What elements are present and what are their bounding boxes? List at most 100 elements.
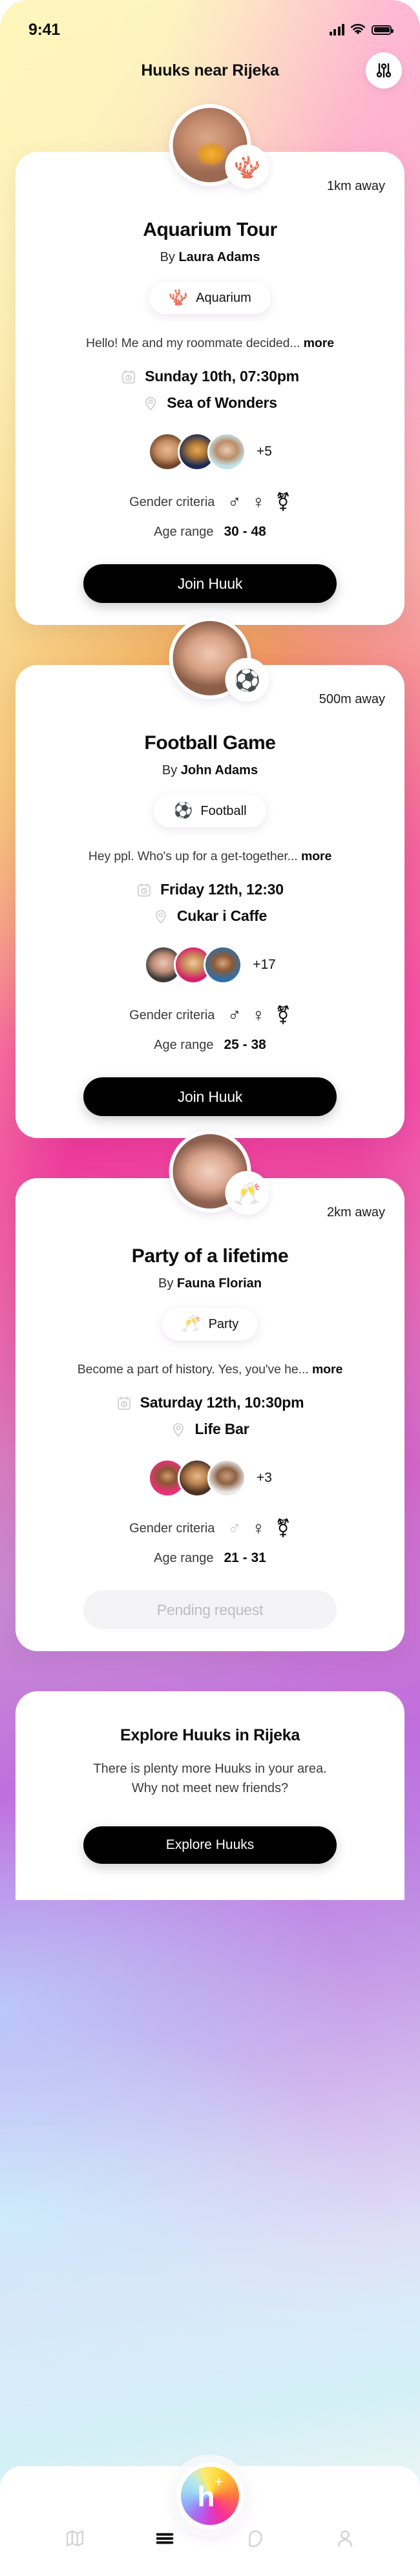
cellular-signal-icon <box>329 24 344 36</box>
age-range-value: 21 - 31 <box>224 1550 266 1565</box>
attendee-avatar[interactable] <box>207 1459 247 1497</box>
age-range-value: 30 - 48 <box>224 524 266 539</box>
calendar-clock-icon <box>122 370 135 383</box>
byline-prefix: By <box>162 763 181 777</box>
host-byline: By Fauna Florian <box>32 1276 388 1291</box>
location-row: Life Bar <box>32 1420 388 1438</box>
gender-criteria-label: Gender criteria <box>129 1008 215 1022</box>
tab-profile[interactable] <box>324 2522 366 2555</box>
sliders-filter-icon <box>376 63 392 78</box>
age-range-label: Age range <box>154 1037 214 1052</box>
phone-screen: 9:41 Huuks near Rijeka 🪸 1km away Aquari… <box>0 0 420 2576</box>
tab-chat[interactable] <box>235 2522 276 2555</box>
host-name: John Adams <box>180 763 258 777</box>
male-gender-icon: ♂ <box>227 1518 242 1538</box>
distance-label: 1km away <box>326 179 385 193</box>
explore-subtitle: There is plenty more Huuks in your area.… <box>37 1759 383 1798</box>
explore-subtitle-line1: There is plenty more Huuks in your area. <box>93 1762 327 1776</box>
category-badge-icon: 🪸 <box>225 145 269 189</box>
page-title: Huuks near Rijeka <box>141 61 279 79</box>
gender-criteria-row: Gender criteria ♂ ♀ ⚧ <box>32 1519 388 1537</box>
age-range-row: Age range 25 - 38 <box>32 1037 388 1053</box>
date-row: Saturday 12th, 10:30pm <box>32 1394 388 1411</box>
more-link[interactable]: more <box>312 1362 342 1377</box>
tab-list[interactable] <box>144 2522 185 2555</box>
category-chip[interactable]: 🪸 Aquarium <box>149 282 271 314</box>
gender-criteria-label: Gender criteria <box>129 494 215 509</box>
more-link[interactable]: more <box>304 336 334 350</box>
huuk-card[interactable]: ⚽ 500m away Football Game By John Adams … <box>16 617 404 1138</box>
host-name: Fauna Florian <box>176 1276 262 1291</box>
fab-letter: h <box>197 2481 215 2513</box>
attendee-list[interactable]: +5 <box>32 432 388 471</box>
nonbinary-gender-icon: ⚧ <box>275 492 291 512</box>
join-huuk-button[interactable]: Join Huuk <box>83 1077 337 1116</box>
category-label: Party <box>208 1316 239 1331</box>
host-name: Laura Adams <box>178 250 260 264</box>
location-text: Cukar i Caffe <box>176 907 268 924</box>
category-emoji-icon: 🪸 <box>169 289 189 306</box>
filter-button[interactable] <box>366 52 402 89</box>
distance-label: 500m away <box>319 692 385 706</box>
bottom-navigation-bar: h+ <box>0 2462 420 2576</box>
age-range-row: Age range 30 - 48 <box>32 524 388 540</box>
gender-criteria-row: Gender criteria ♂ ♀ ⚧ <box>32 1006 388 1024</box>
category-chip[interactable]: 🥂 Party <box>162 1308 258 1340</box>
date-text: Sunday 10th, 07:30pm <box>145 368 299 385</box>
location-text: Life Bar <box>194 1420 249 1437</box>
location-pin-icon <box>155 909 166 924</box>
age-range-label: Age range <box>154 524 214 539</box>
male-gender-icon: ♂ <box>227 492 242 512</box>
category-badge-icon: ⚽ <box>225 658 269 702</box>
pending-request-button: Pending request <box>83 1590 337 1629</box>
host-byline: By Laura Adams <box>32 250 388 265</box>
huuk-plus-logo: h+ <box>197 2475 224 2513</box>
explore-title: Explore Huuks in Rijeka <box>120 1726 300 1744</box>
category-emoji-icon: ⚽ <box>173 802 193 819</box>
description-text: Become a part of history. Yes, you've he… <box>77 1362 309 1377</box>
status-bar-clock: 9:41 <box>28 20 60 39</box>
date-text: Friday 12th, 12:30 <box>160 881 284 898</box>
huuk-title: Aquarium Tour <box>143 219 277 240</box>
tab-map[interactable] <box>54 2522 96 2555</box>
category-chip[interactable]: ⚽ Football <box>154 795 266 827</box>
attendee-overflow-count: +5 <box>257 444 272 459</box>
attendee-avatar[interactable] <box>204 945 243 984</box>
description-text: Hello! Me and my roommate decided... <box>86 336 300 350</box>
gender-criteria-label: Gender criteria <box>129 1521 215 1536</box>
attendee-list[interactable]: +3 <box>32 1459 388 1497</box>
huuk-description: Become a part of history. Yes, you've he… <box>32 1362 388 1377</box>
byline-prefix: By <box>160 250 179 264</box>
create-huuk-fab[interactable]: h+ <box>176 2462 244 2529</box>
category-label: Football <box>200 803 247 818</box>
page-header: Huuks near Rijeka <box>0 45 420 96</box>
female-gender-icon: ♀ <box>251 492 266 512</box>
nonbinary-gender-icon: ⚧ <box>275 1518 291 1538</box>
female-gender-icon: ♀ <box>251 1005 266 1025</box>
category-badge-icon: 🥂 <box>225 1171 269 1215</box>
huuk-card-list: 🪸 1km away Aquarium Tour By Laura Adams … <box>0 104 420 1651</box>
huuk-title: Football Game <box>144 732 276 754</box>
status-bar: 9:41 <box>0 0 420 45</box>
description-text: Hey ppl. Who's up for a get-together... <box>88 849 298 863</box>
calendar-clock-icon <box>117 1396 131 1409</box>
huuk-card[interactable]: 🪸 1km away Aquarium Tour By Laura Adams … <box>16 104 404 625</box>
huuk-description: Hello! Me and my roommate decided... mor… <box>32 336 388 351</box>
location-pin-icon <box>145 396 156 410</box>
join-huuk-button[interactable]: Join Huuk <box>83 564 337 603</box>
attendee-list[interactable]: +17 <box>32 945 388 984</box>
huuk-description: Hey ppl. Who's up for a get-together... … <box>32 849 388 864</box>
profile-person-icon <box>338 2530 353 2548</box>
attendee-avatar[interactable] <box>207 432 247 471</box>
more-link[interactable]: more <box>301 849 331 863</box>
female-gender-icon: ♀ <box>251 1518 266 1538</box>
huuk-title: Party of a lifetime <box>131 1245 289 1267</box>
attendee-overflow-count: +3 <box>257 1470 272 1485</box>
category-label: Aquarium <box>196 290 251 305</box>
gender-criteria-row: Gender criteria ♂ ♀ ⚧ <box>32 493 388 511</box>
fab-superscript: + <box>214 2473 223 2491</box>
huuk-card[interactable]: 🥂 2km away Party of a lifetime By Fauna … <box>16 1130 404 1651</box>
explore-huuks-button[interactable]: Explore Huuks <box>83 1826 337 1864</box>
explore-subtitle-line2: Why not meet new friends? <box>131 1781 289 1795</box>
host-byline: By John Adams <box>32 763 388 778</box>
